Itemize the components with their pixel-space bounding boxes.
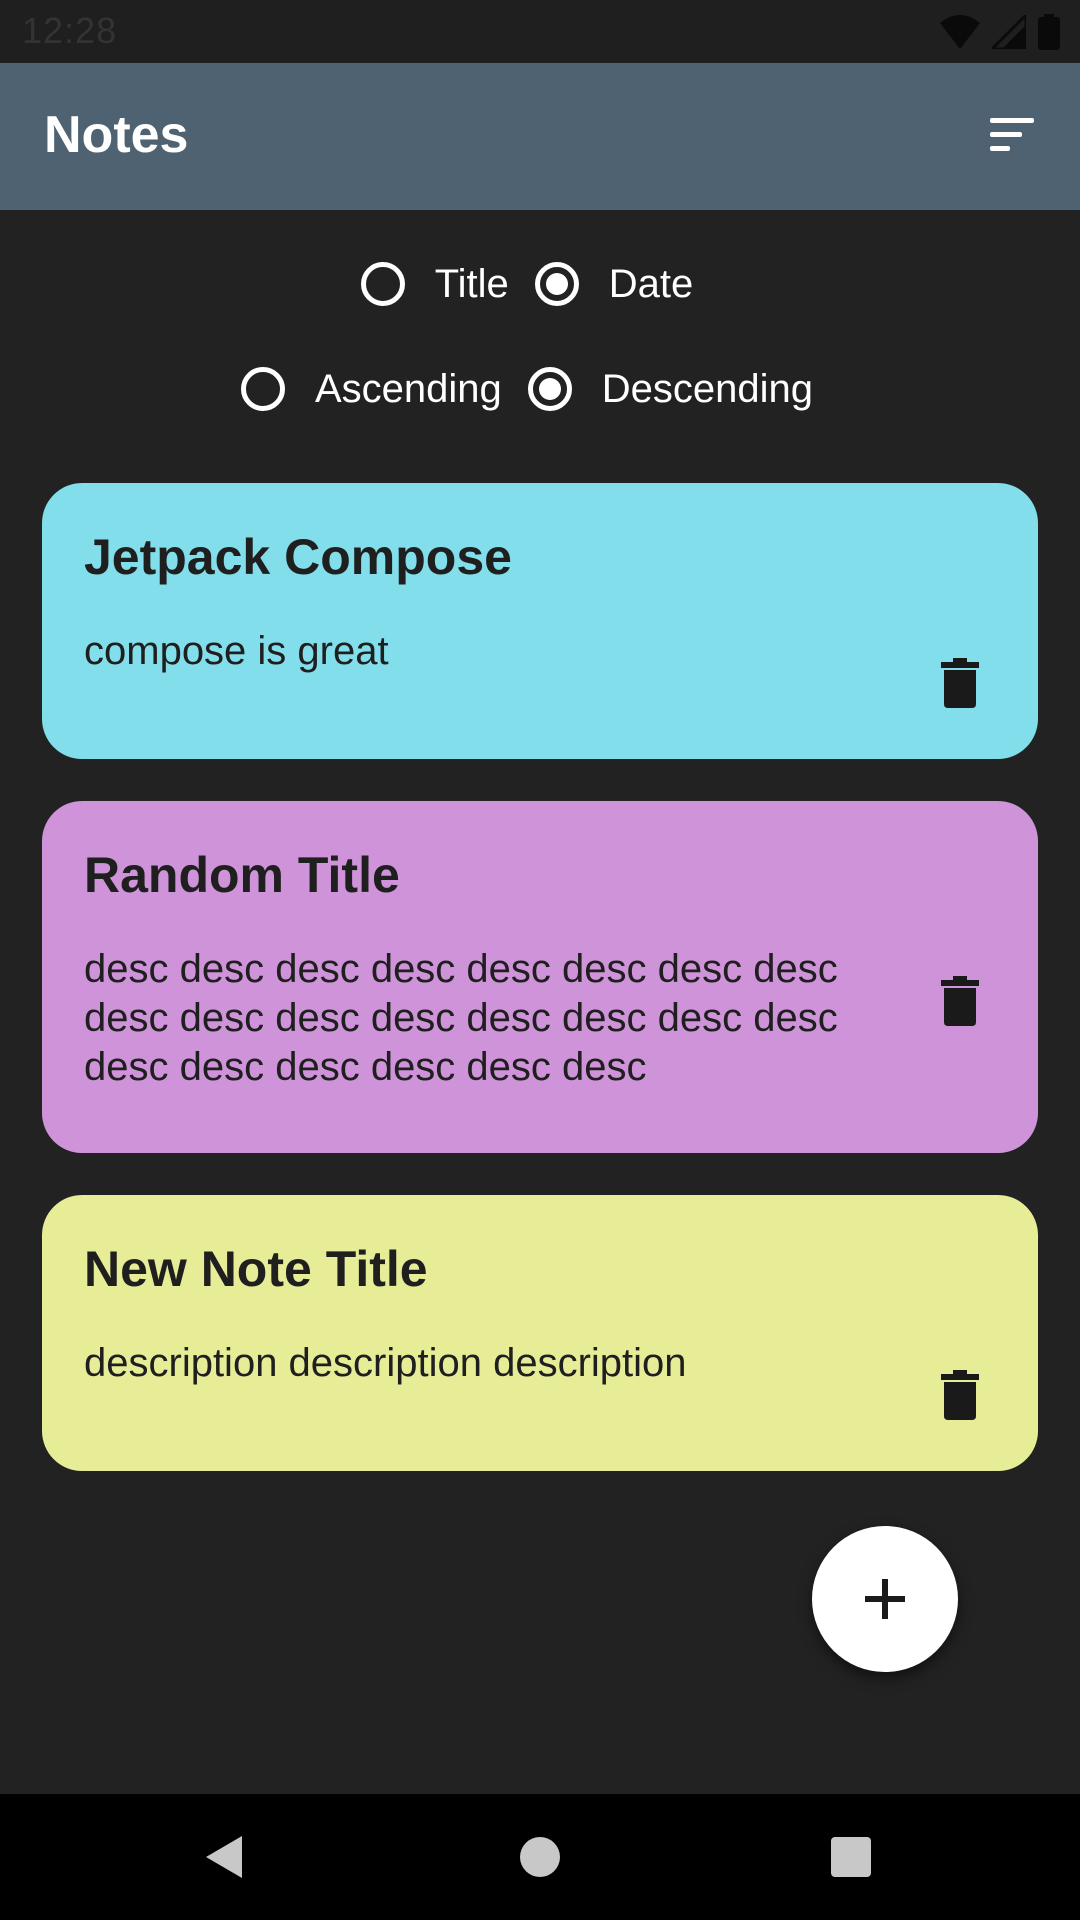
app-bar: Notes: [0, 63, 1080, 210]
trash-icon: [941, 1370, 979, 1420]
note-description: compose is great: [84, 628, 389, 673]
radio-title[interactable]: Title: [360, 261, 535, 307]
note-description: description description description: [84, 1340, 687, 1385]
sort-button[interactable]: [980, 103, 1044, 167]
radio-date-label: Date: [608, 261, 694, 306]
notes-screen: 12:28 Notes Title Date Ascending Descend…: [0, 0, 1080, 1920]
delete-note-button[interactable]: [932, 651, 988, 715]
back-icon: [206, 1836, 242, 1878]
delete-note-button[interactable]: [932, 969, 988, 1033]
wifi-icon: [940, 15, 980, 49]
radio-title-label: Title: [434, 261, 509, 306]
note-card[interactable]: New Note Title description description d…: [42, 1195, 1038, 1471]
add-note-button[interactable]: [812, 1526, 958, 1672]
recents-icon: [831, 1837, 871, 1877]
note-description: desc desc desc desc desc desc desc desc …: [84, 946, 838, 1089]
note-card[interactable]: Jetpack Compose compose is great: [42, 483, 1038, 759]
radio-date-circle: [534, 262, 579, 306]
direction-options: Ascending Descending: [0, 357, 1080, 421]
note-title: Jetpack Compose: [84, 529, 512, 585]
status-time: 12:28: [22, 10, 118, 51]
app-title: Notes: [44, 106, 189, 164]
note-title: Random Title: [84, 847, 400, 903]
home-button[interactable]: [507, 1824, 573, 1890]
status-bar: 12:28: [0, 0, 1080, 63]
sort-icon: [990, 118, 1034, 151]
radio-ascending-label: Ascending: [314, 366, 502, 411]
radio-ascending[interactable]: Ascending: [240, 366, 528, 412]
trash-icon: [941, 658, 979, 708]
recents-button[interactable]: [818, 1824, 884, 1890]
signal-icon: [992, 15, 1026, 49]
system-nav-bar: [0, 1794, 1080, 1920]
radio-descending[interactable]: Descending: [527, 366, 839, 412]
order-by-options: Title Date: [0, 252, 1080, 316]
trash-icon: [941, 976, 979, 1026]
battery-icon: [1038, 14, 1060, 50]
radio-descending-circle: [527, 367, 572, 411]
plus-icon: [865, 1579, 905, 1619]
radio-title-circle: [360, 262, 405, 306]
radio-descending-label: Descending: [601, 366, 814, 411]
delete-note-button[interactable]: [932, 1363, 988, 1427]
note-card[interactable]: Random Title desc desc desc desc desc de…: [42, 801, 1038, 1153]
note-title: New Note Title: [84, 1241, 428, 1297]
home-icon: [520, 1837, 560, 1877]
radio-ascending-circle: [240, 367, 285, 411]
back-button[interactable]: [192, 1824, 258, 1890]
status-icons: [940, 14, 1060, 50]
radio-date[interactable]: Date: [534, 261, 720, 307]
